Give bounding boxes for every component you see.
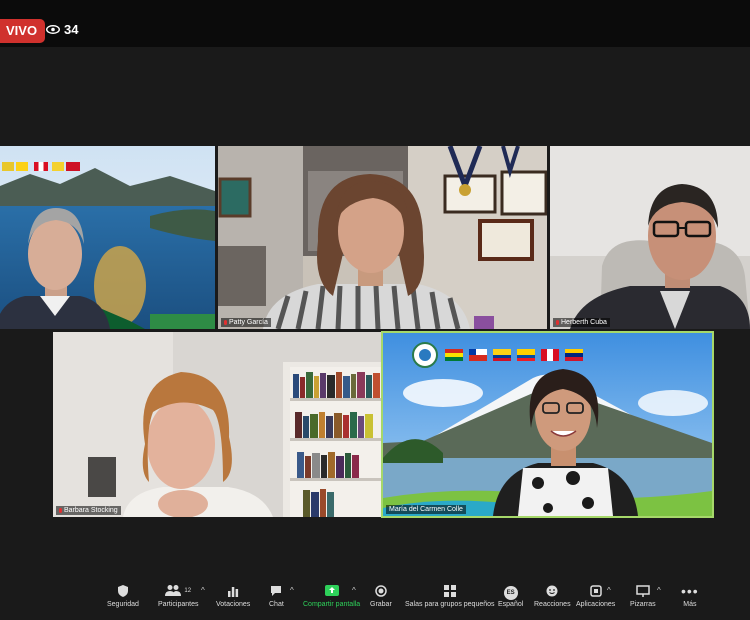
whiteboards-button[interactable]: Pizarras (630, 584, 656, 608)
shield-icon (117, 585, 128, 597)
poll-icon (228, 587, 239, 597)
eye-icon (46, 25, 60, 34)
bookshelf (290, 367, 382, 517)
chat-icon (271, 586, 282, 596)
video-tile-barbara-stocking[interactable]: Barbara Stocking (53, 332, 382, 517)
video-tile-participant-1[interactable] (0, 146, 215, 329)
people-icon (165, 585, 182, 596)
whiteboards-options-caret[interactable]: ^ (657, 586, 661, 595)
reactions-button[interactable]: Reacciones (534, 584, 571, 608)
language-button[interactable]: ES Español (498, 584, 523, 608)
participant-name-label: Patty García (221, 318, 271, 327)
reactions-icon (546, 585, 558, 597)
polls-button[interactable]: Votaciones (216, 584, 250, 608)
apps-icon (589, 585, 602, 597)
mic-muted-icon (59, 508, 62, 513)
participants-button[interactable]: 12 Participantes (158, 584, 198, 608)
participants-options-caret[interactable]: ^ (201, 586, 205, 595)
viewer-count-value: 34 (64, 22, 79, 37)
share-screen-icon (324, 585, 339, 596)
participants-count: 12 (184, 588, 192, 594)
breakout-rooms-icon (443, 585, 456, 597)
participant-3-video (550, 146, 750, 329)
video-tile-patty-garcia[interactable]: Patty García (218, 146, 547, 329)
whiteboard-icon (636, 585, 650, 597)
participant-name-label: Barbara Stocking (56, 506, 121, 515)
more-icon: ••• (681, 583, 699, 599)
participant-4-video (53, 332, 382, 517)
video-tile-maria-del-carmen-colle[interactable]: María del Carmen Colle (381, 331, 714, 518)
meeting-toolbar: Seguridad 12 Participantes ^ Votaciones … (0, 578, 750, 620)
live-badge[interactable]: VIVO (0, 19, 46, 43)
participant-2-video (218, 146, 547, 329)
chat-button[interactable]: Chat (269, 584, 284, 608)
security-button[interactable]: Seguridad (107, 584, 139, 608)
viewer-count: 34 (46, 22, 78, 37)
top-bar: VIVO 34 (0, 0, 750, 47)
record-button[interactable]: Grabar (370, 584, 392, 608)
mic-muted-icon (224, 320, 227, 325)
flags-row (2, 162, 80, 171)
video-tile-herberth-cuba[interactable]: Herberth Cuba (550, 146, 750, 329)
participant-name-label: María del Carmen Colle (386, 505, 466, 514)
share-options-caret[interactable]: ^ (352, 586, 356, 595)
participant-5-video (383, 333, 712, 516)
participant-1-video (0, 146, 215, 329)
participant-name-label: Herberth Cuba (553, 318, 610, 327)
mic-muted-icon (556, 320, 559, 325)
more-button[interactable]: ••• Más (681, 584, 699, 608)
apps-options-caret[interactable]: ^ (607, 586, 611, 595)
breakout-rooms-button[interactable]: Salas para grupos pequeños (405, 584, 495, 608)
language-badge: ES (503, 586, 518, 600)
chat-options-caret[interactable]: ^ (290, 586, 294, 595)
record-icon (375, 585, 387, 597)
language-icon: ES (498, 584, 523, 600)
